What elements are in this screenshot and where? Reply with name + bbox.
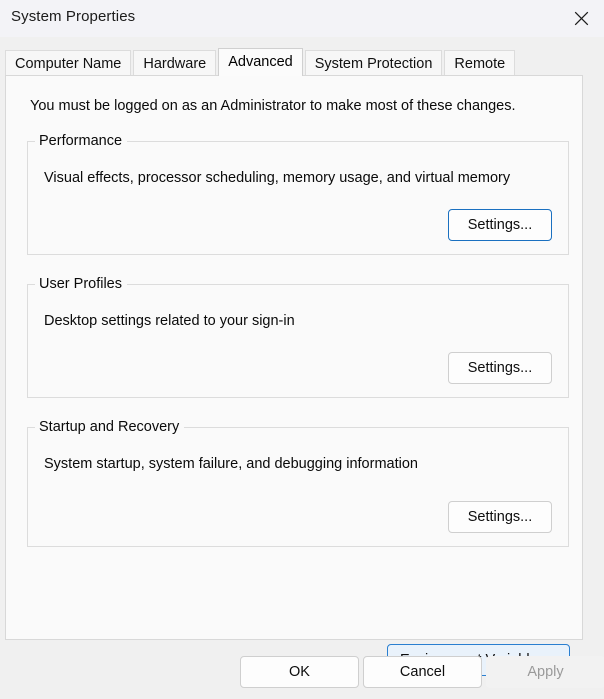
tab-strip: Computer Name Hardware Advanced System P… [5, 48, 517, 76]
group-user-profiles-description: Desktop settings related to your sign-in [44, 313, 295, 329]
close-button[interactable] [558, 0, 604, 37]
system-properties-dialog: System Properties Computer Name Hardware… [0, 0, 604, 699]
title-bar: System Properties [0, 0, 604, 37]
group-user-profiles-title: User Profiles [35, 276, 127, 293]
group-user-profiles: User Profiles Desktop settings related t… [27, 276, 569, 398]
tab-computer-name[interactable]: Computer Name [5, 50, 131, 76]
close-icon [574, 11, 589, 26]
group-performance: Performance Visual effects, processor sc… [27, 133, 569, 255]
group-startup-recovery: Startup and Recovery System startup, sys… [27, 419, 569, 547]
user-profiles-settings-button[interactable]: Settings... [448, 352, 552, 384]
tab-advanced[interactable]: Advanced [218, 48, 303, 76]
group-performance-description: Visual effects, processor scheduling, me… [44, 170, 510, 186]
cancel-button[interactable]: Cancel [363, 656, 482, 688]
startup-recovery-settings-button[interactable]: Settings... [448, 501, 552, 533]
group-performance-title: Performance [35, 133, 127, 150]
tab-hardware[interactable]: Hardware [133, 50, 216, 76]
administrator-notice: You must be logged on as an Administrato… [30, 98, 516, 114]
tab-system-protection[interactable]: System Protection [305, 50, 443, 76]
group-startup-recovery-title: Startup and Recovery [35, 419, 184, 436]
ok-button[interactable]: OK [240, 656, 359, 688]
advanced-tab-panel: You must be logged on as an Administrato… [5, 75, 583, 640]
window-title: System Properties [11, 8, 135, 25]
apply-button: Apply [486, 656, 604, 688]
tab-remote[interactable]: Remote [444, 50, 515, 76]
performance-settings-button[interactable]: Settings... [448, 209, 552, 241]
group-startup-recovery-description: System startup, system failure, and debu… [44, 456, 418, 472]
